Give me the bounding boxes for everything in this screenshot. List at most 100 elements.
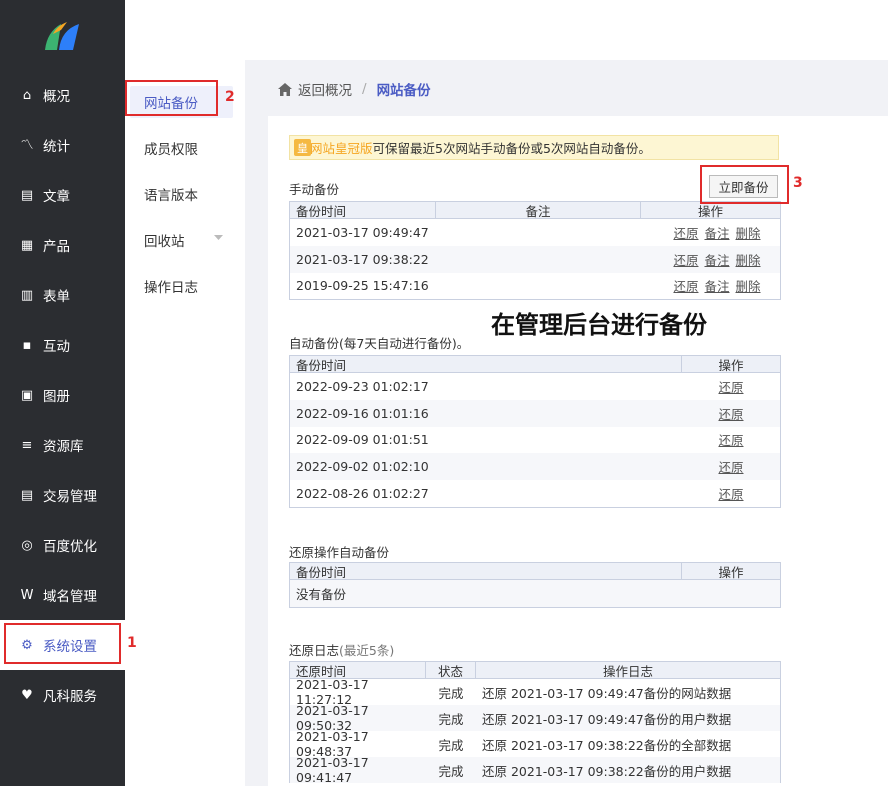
table-row: 2021-03-17 09:48:37 完成 还原 2021-03-17 09:38… (290, 729, 780, 759)
backup-time: 2022-08-26 01:02:27 (296, 486, 429, 502)
product-icon: ▦ (20, 237, 34, 253)
backup-time: 2022-09-16 01:01:16 (296, 405, 429, 421)
backup-time: 2022-09-09 01:01:51 (296, 432, 429, 448)
table-header: 备份时间 备注 操作 (290, 202, 780, 219)
col-time: 备份时间 (290, 563, 682, 580)
backup-time: 2022-09-02 01:02:10 (296, 459, 429, 475)
col-actions: 操作 (718, 564, 744, 580)
restore-link[interactable]: 还原 (718, 460, 743, 475)
table-header: 备份时间 操作 (290, 356, 780, 373)
manual-backup-table: 备份时间 备注 操作 2021-03-17 09:49:47 还原 备注 删除 2021… (289, 201, 781, 301)
restore-status: 完成 (438, 763, 464, 779)
col-time: 备份时间 (290, 356, 682, 373)
restore-status: 完成 (438, 685, 464, 701)
table-row: 2021-03-17 09:50:32 完成 还原 2021-03-17 09:49… (290, 703, 780, 733)
restore-status: 完成 (438, 737, 464, 753)
sidebar-item-8[interactable]: ▤ 交易管理 (0, 470, 125, 520)
sub-item-log[interactable]: 操作日志 (144, 276, 198, 296)
backup-time: 2019-09-25 15:47:16 (296, 278, 429, 294)
restore-link[interactable]: 还原 (673, 250, 698, 269)
col-time: 还原时间 (290, 662, 426, 679)
breadcrumb-back-link[interactable]: 返回概况 (298, 79, 352, 99)
sidebar-item-label: 域名管理 (43, 589, 97, 605)
empty-row: 没有备份 (290, 580, 780, 607)
crown-badge-icon: 皇 (294, 139, 311, 156)
restore-link[interactable]: 还原 (718, 380, 743, 395)
sidebar-item-10[interactable]: W 域名管理 (0, 570, 125, 620)
chart-icon: 〽 (20, 137, 34, 153)
logo (0, 0, 125, 70)
sidebar-item-9[interactable]: ◎ 百度优化 (0, 520, 125, 570)
row-actions: 还原 备注 删除 (642, 223, 780, 242)
chevron-down-icon (214, 235, 223, 240)
sub-menu: 网站备份 成员权限 语言版本 回收站 操作日志 (125, 60, 245, 786)
sidebar-item-label: 表单 (43, 289, 70, 305)
row-actions: 还原 (682, 430, 780, 449)
restore-link[interactable]: 还原 (718, 433, 743, 448)
restore-log-title: 还原日志(最近5条) (289, 640, 394, 659)
sub-item-language[interactable]: 语言版本 (144, 184, 198, 204)
restore-log-text: 还原 2021-03-17 09:38:22备份的用户数据 (482, 763, 732, 779)
backup-time: 2021-03-17 09:49:47 (296, 224, 429, 240)
restore-link[interactable]: 还原 (718, 487, 743, 502)
table-row: 2022-09-09 01:01:51 还原 (290, 427, 780, 454)
chat-icon: ▪ (22, 337, 32, 353)
sidebar-item-1[interactable]: 〽统计 (0, 120, 125, 170)
sidebar-item-4[interactable]: ▥ 表单 (0, 270, 125, 320)
sidebar-item-label: 产品 (43, 239, 70, 255)
col-log: 操作日志 (602, 663, 653, 679)
annotation-number-1: 1 (127, 635, 137, 651)
sub-item-members[interactable]: 成员权限 (144, 138, 198, 158)
restore-log-text: 还原 2021-03-17 09:49:47备份的网站数据 (482, 685, 732, 701)
gallery-icon: ▣ (20, 387, 34, 403)
table-row: 2021-03-17 09:38:22 还原 备注 删除 (290, 245, 780, 273)
sidebar-item-6[interactable]: ▣ 图册 (0, 370, 125, 420)
note-link[interactable]: 备注 (704, 250, 729, 269)
sidebar-item-12[interactable]: ♥ 凡科服务 (0, 670, 125, 720)
article-icon: ▤ (20, 187, 34, 203)
restore-auto-title: 还原操作自动备份 (289, 545, 390, 560)
notice-highlight[interactable]: 网站皇冠版 (310, 138, 373, 157)
sidebar-item-label: 统计 (43, 139, 70, 155)
restore-log-text: 还原 2021-03-17 09:38:22备份的全部数据 (482, 737, 732, 753)
row-actions: 还原 (682, 404, 780, 423)
domain-icon: W (20, 587, 34, 603)
database-icon: ≡ (21, 437, 33, 453)
top-bar (125, 0, 888, 60)
restore-auto-table: 备份时间 操作 没有备份 (289, 562, 781, 608)
form-icon: ▥ (20, 287, 34, 303)
sidebar-item-3[interactable]: ▦ 产品 (0, 220, 125, 270)
restore-log-table: 还原时间 状态 操作日志 2021-03-17 11:27:12 完成 还原 202… (289, 661, 781, 785)
restore-link[interactable]: 还原 (673, 223, 698, 242)
restore-log-title-text: 还原日志 (289, 643, 340, 658)
delete-link[interactable]: 删除 (736, 250, 761, 269)
sidebar-item-7[interactable]: ≡ 资源库 (0, 420, 125, 470)
annotation-number-3: 3 (793, 175, 803, 191)
col-actions: 操作 (718, 357, 744, 373)
delete-link[interactable]: 删除 (736, 276, 761, 295)
sub-item-recycle[interactable]: 回收站 (144, 230, 185, 250)
annotation-number-2: 2 (225, 89, 235, 105)
delete-link[interactable]: 删除 (736, 223, 761, 242)
backup-time: 2022-09-23 01:02:17 (296, 378, 429, 394)
sidebar-item-0[interactable]: ⌂ 概况 (0, 70, 125, 120)
sidebar-item-label: 图册 (43, 389, 70, 405)
annotation-box-2 (125, 80, 218, 116)
sidebar-item-label: 文章 (43, 189, 70, 205)
table-row: 2021-03-17 11:27:12 完成 还原 2021-03-17 09:49… (290, 677, 780, 707)
table-row: 2022-09-16 01:01:16 还原 (290, 399, 780, 427)
restore-time: 2021-03-17 09:41:47 (296, 755, 369, 785)
annotation-box-1 (4, 623, 121, 664)
row-actions: 还原 备注 删除 (642, 250, 780, 269)
sidebar-item-5[interactable]: ▪ 互动 (0, 320, 125, 370)
sidebar-item-2[interactable]: ▤ 文章 (0, 170, 125, 220)
note-link[interactable]: 备注 (704, 276, 729, 295)
sidebar-item-label: 互动 (43, 339, 70, 355)
restore-link[interactable]: 还原 (673, 276, 698, 295)
restore-link[interactable]: 还原 (718, 407, 743, 422)
note-link[interactable]: 备注 (704, 223, 729, 242)
trade-icon: ▤ (20, 487, 34, 503)
breadcrumb: 返回概况 / 网站备份 (278, 79, 431, 99)
sidebar: ⌂ 概况〽统计 ▤ 文章 ▦ 产品 ▥ 表单 ▪ 互动 ▣ 图册 ≡ 资源库 ▤ 交易管理 ◎ 百度优化 W 域名管理… (0, 0, 125, 786)
sidebar-item-label: 交易管理 (43, 489, 97, 505)
